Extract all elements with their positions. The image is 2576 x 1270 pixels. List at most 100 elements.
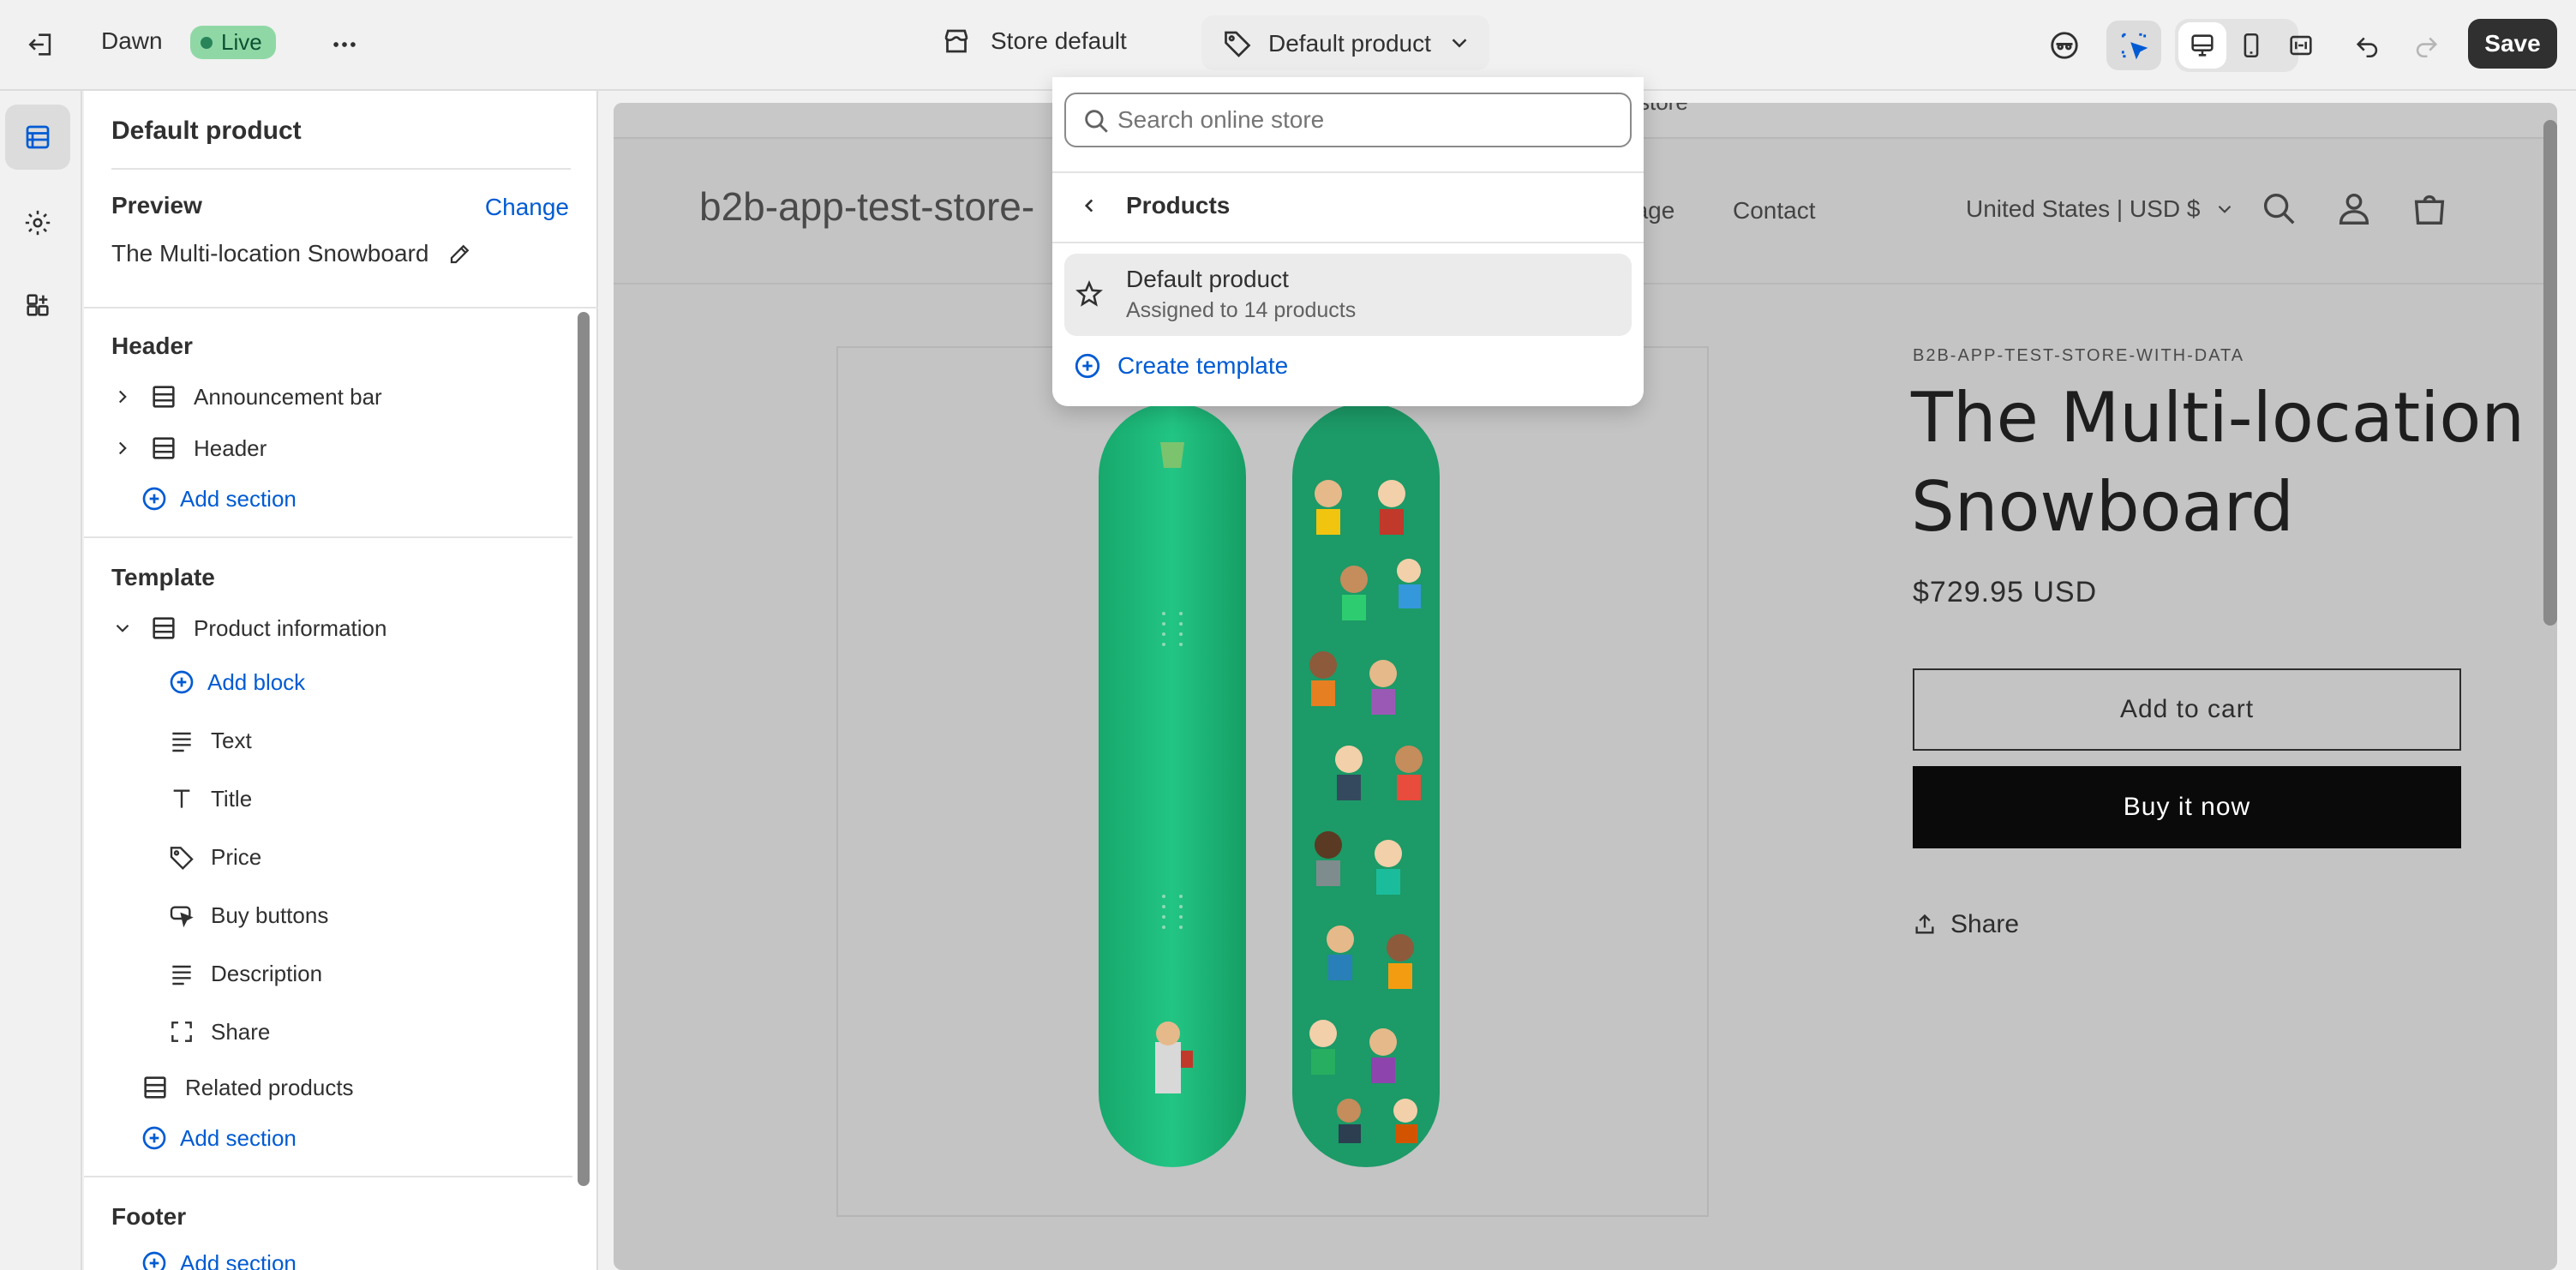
section-related-products[interactable]: Related products	[141, 1073, 354, 1102]
back-label: Products	[1126, 192, 1231, 219]
search-icon[interactable]	[2259, 189, 2298, 228]
create-template-button[interactable]: Create template	[1073, 351, 1288, 380]
theme-settings-tab[interactable]	[12, 197, 63, 249]
plus-circle-icon	[142, 1126, 166, 1150]
template-label: Default product	[1268, 30, 1431, 57]
add-block-button[interactable]: Add block	[168, 668, 305, 696]
section-icon	[144, 1076, 166, 1099]
block-label: Buy buttons	[211, 902, 329, 928]
exit-icon[interactable]	[21, 24, 62, 65]
add-section-label: Add section	[180, 1249, 297, 1270]
announcement-text: store	[1638, 103, 1688, 116]
status-dot	[201, 36, 213, 49]
add-to-cart-button[interactable]: Add to cart	[1913, 668, 2461, 751]
plus-circle-icon	[1075, 353, 1100, 379]
mobile-view-button[interactable]	[2228, 22, 2274, 69]
section-icon	[153, 617, 175, 639]
mobile-icon	[2244, 33, 2259, 58]
block-title[interactable]: Title	[168, 785, 252, 812]
gear-icon	[25, 210, 51, 236]
desktop-view-button[interactable]	[2178, 22, 2226, 69]
inspector-toggle[interactable]	[2106, 21, 2161, 70]
template-add-section-button[interactable]: Add section	[141, 1124, 297, 1152]
block-share[interactable]: Share	[168, 1018, 270, 1045]
store-label: Store default	[991, 27, 1127, 54]
store-logo[interactable]: b2b-app-test-store-	[699, 183, 1034, 230]
divider	[84, 307, 598, 309]
product-media-frame[interactable]	[836, 346, 1709, 1217]
plus-circle-icon	[142, 1251, 166, 1270]
section-product-information[interactable]: Product information	[111, 614, 386, 643]
search-field[interactable]	[1064, 93, 1632, 147]
divider	[1052, 242, 1644, 243]
ai-assistant-icon[interactable]	[2043, 24, 2086, 67]
pencil-icon[interactable]	[447, 241, 473, 267]
theme-name: Dawn	[101, 27, 163, 54]
price-tag-icon	[170, 847, 194, 871]
sections-tab[interactable]	[5, 105, 70, 170]
change-preview-link[interactable]: Change	[485, 194, 569, 221]
section-label: Product information	[194, 614, 387, 641]
nav-link-contact[interactable]: Contact	[1733, 197, 1816, 225]
star-icon	[1075, 280, 1103, 307]
save-button[interactable]: Save	[2468, 19, 2557, 69]
fullscreen-view-button[interactable]	[2278, 22, 2324, 69]
currency-label: United States | USD $	[1966, 195, 2201, 222]
template-selector[interactable]: Default product	[1201, 15, 1489, 70]
header-add-section-button[interactable]: Add section	[141, 485, 297, 512]
redo-icon[interactable]	[2405, 24, 2447, 67]
snowboard-image-characters	[1292, 403, 1440, 1167]
preview-product-name: The Multi-location Snowboard	[111, 240, 429, 267]
preview-scrollbar[interactable]	[2543, 120, 2557, 626]
cart-icon[interactable]	[2410, 189, 2449, 228]
block-label: Text	[211, 727, 252, 753]
share-frame-icon	[171, 1021, 192, 1042]
apps-tab[interactable]	[12, 279, 63, 331]
product-title-line: The Multi-location	[1911, 378, 2525, 458]
template-option-subtitle: Assigned to 14 products	[1126, 298, 1357, 322]
live-label: Live	[221, 29, 262, 55]
share-button[interactable]: Share	[1913, 910, 2019, 939]
undo-icon[interactable]	[2346, 24, 2389, 67]
template-option-default-product[interactable]: Default product Assigned to 14 products	[1064, 254, 1632, 336]
button-cursor-icon	[170, 906, 194, 928]
sidebar-scrollbar[interactable]	[578, 312, 590, 1186]
footer-group-heading: Footer	[111, 1203, 187, 1230]
divider	[111, 168, 571, 170]
block-description[interactable]: Description	[168, 960, 322, 987]
desktop-icon	[2191, 34, 2214, 57]
section-header[interactable]: Header	[111, 434, 267, 463]
store-selector[interactable]: Store default	[941, 26, 1127, 57]
country-selector[interactable]: United States | USD $	[1966, 195, 2236, 223]
section-announcement-bar[interactable]: Announcement bar	[111, 382, 382, 411]
select-cursor-icon	[2121, 33, 2148, 60]
footer-add-section-button[interactable]: Add section	[141, 1249, 297, 1270]
template-option-title: Default product	[1126, 266, 1289, 292]
buy-now-button[interactable]: Buy it now	[1913, 766, 2461, 848]
store-icon	[944, 29, 968, 53]
block-buy-buttons[interactable]: Buy buttons	[168, 902, 328, 929]
preview-product: The Multi-location Snowboard	[111, 240, 473, 267]
block-price[interactable]: Price	[168, 843, 261, 871]
add-section-label: Add section	[180, 1124, 297, 1151]
account-icon[interactable]	[2334, 189, 2374, 228]
section-label: Related products	[185, 1074, 354, 1100]
more-icon[interactable]	[324, 24, 365, 65]
left-rail	[0, 91, 82, 1270]
section-label: Header	[194, 434, 267, 461]
plus-circle-icon	[170, 670, 194, 694]
divider	[84, 1176, 572, 1177]
back-to-products[interactable]: Products	[1078, 192, 1230, 219]
chevron-down-icon	[116, 624, 129, 632]
block-label: Title	[211, 785, 253, 812]
product-vendor: B2B-APP-TEST-STORE-WITH-DATA	[1913, 346, 2245, 365]
create-template-label: Create template	[1117, 352, 1289, 379]
sidebar: Default product Preview Change The Multi…	[84, 91, 598, 1270]
header-group-heading: Header	[111, 332, 193, 359]
live-badge: Live	[190, 26, 276, 59]
text-lines-icon	[172, 965, 191, 985]
block-label: Price	[211, 843, 262, 870]
search-input[interactable]	[1117, 101, 1614, 139]
block-text[interactable]: Text	[168, 727, 252, 754]
product-title: The Multi-location Snowboard	[1911, 374, 2525, 552]
